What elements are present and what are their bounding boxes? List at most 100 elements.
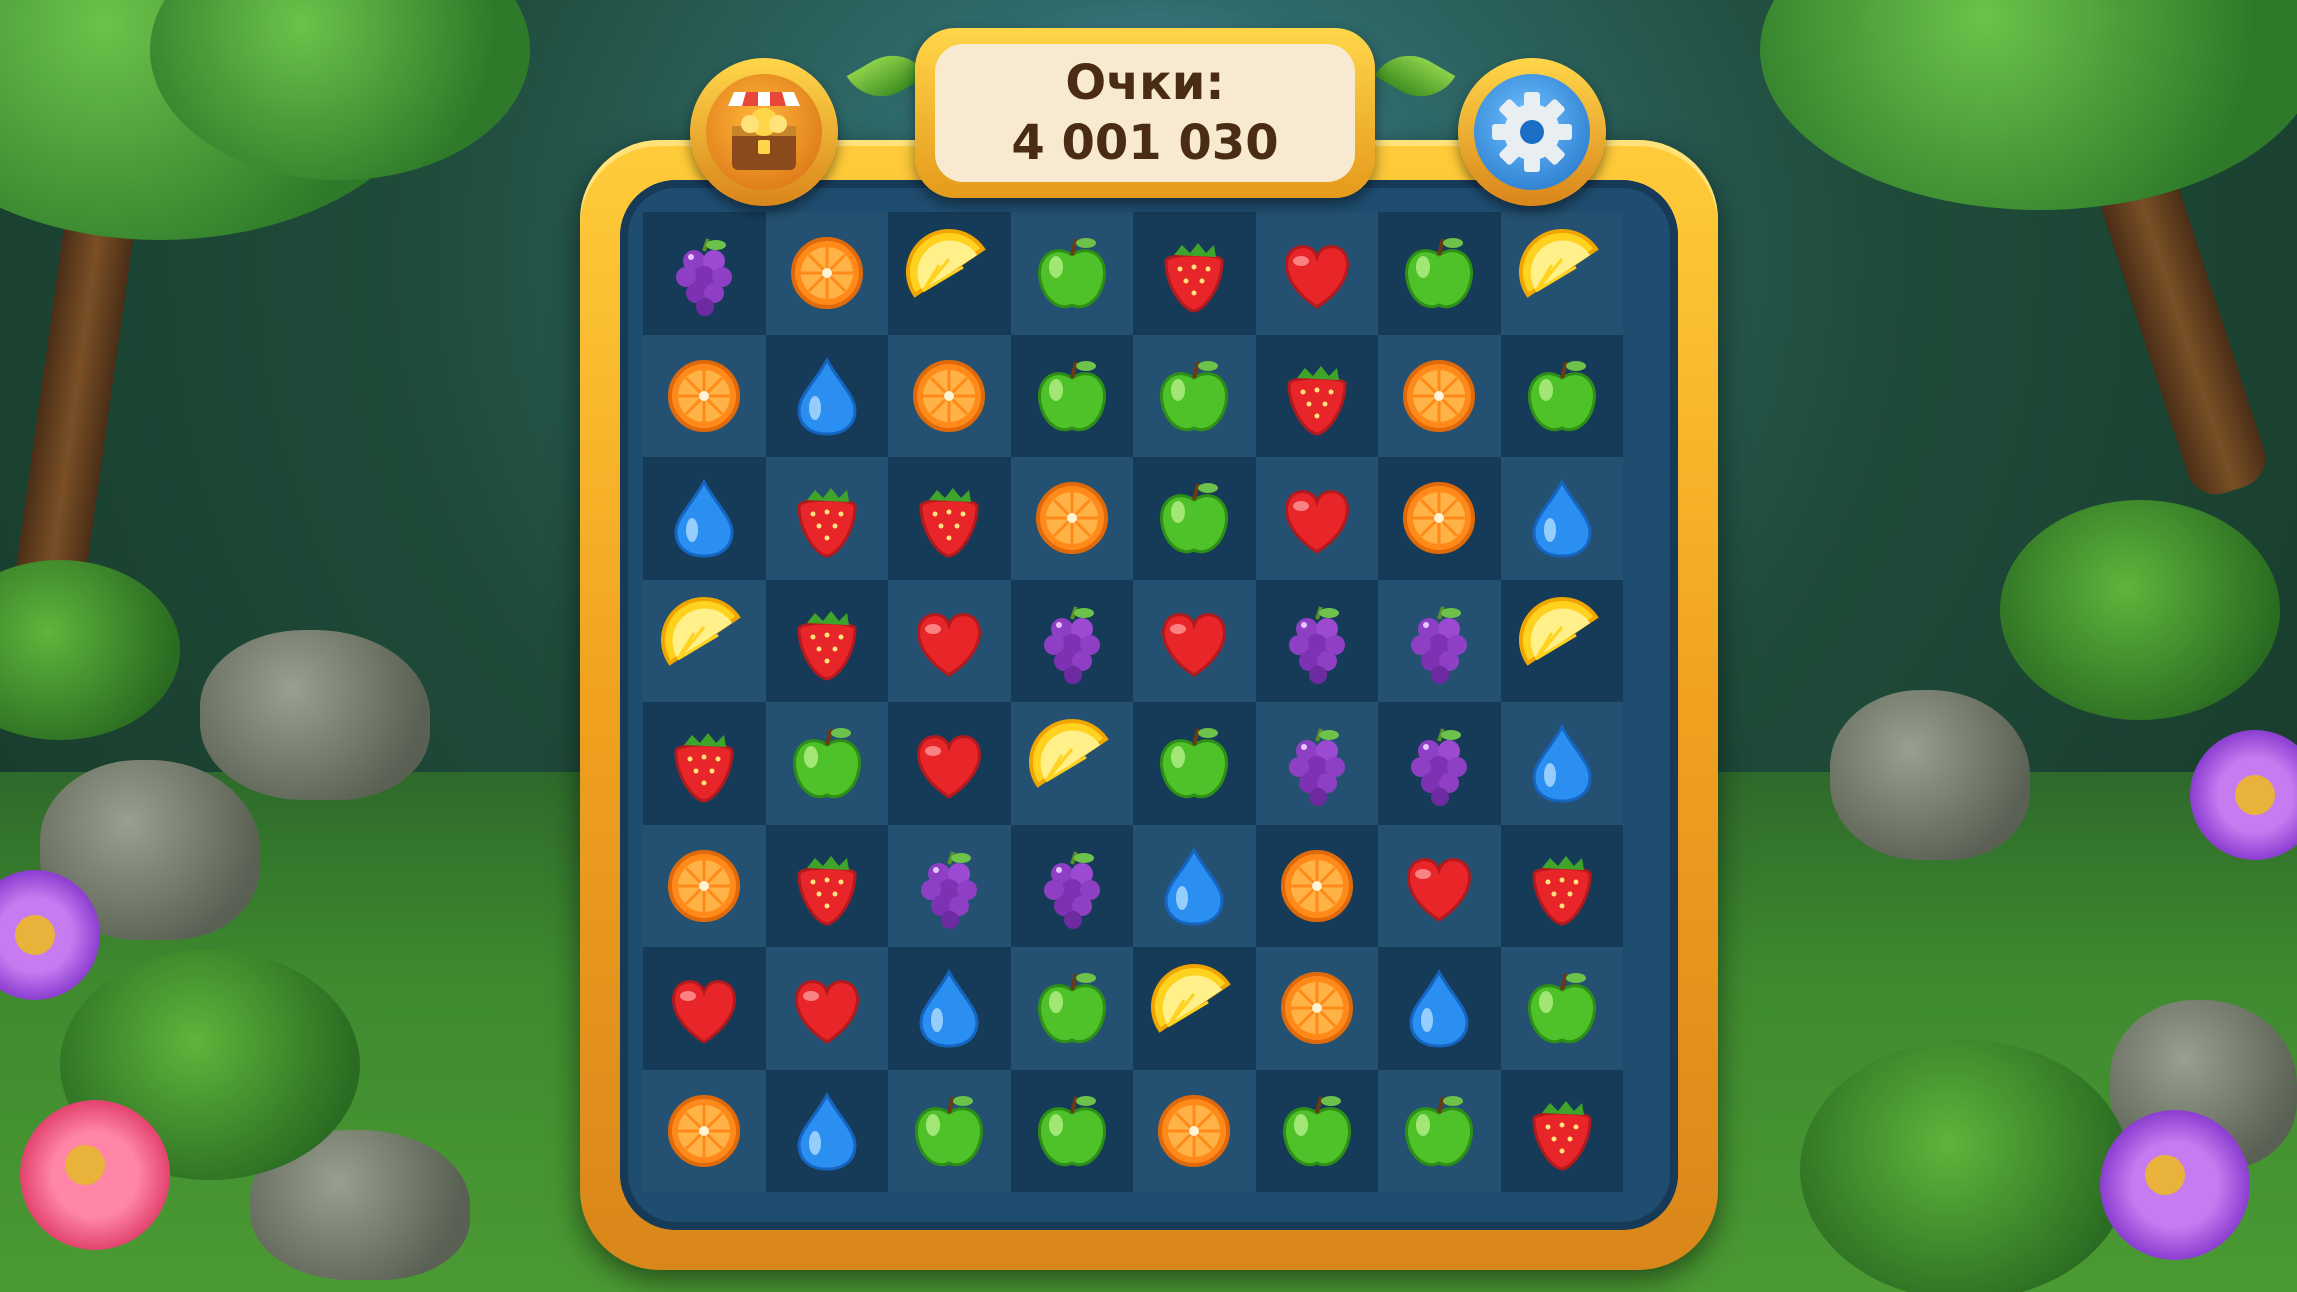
board-cell[interactable] bbox=[1500, 824, 1623, 947]
grape-gem-icon bbox=[1411, 728, 1468, 807]
board-cell[interactable] bbox=[765, 702, 888, 825]
board-cell[interactable] bbox=[1010, 579, 1133, 702]
board-cell[interactable] bbox=[888, 334, 1011, 457]
heart-gem-icon bbox=[1284, 490, 1349, 555]
strawberry-gem-icon bbox=[797, 855, 857, 926]
shop-button[interactable] bbox=[690, 58, 838, 206]
board-cell[interactable] bbox=[1500, 579, 1623, 702]
board-cell[interactable] bbox=[1378, 947, 1501, 1070]
board-cell[interactable] bbox=[765, 579, 888, 702]
board-cell[interactable] bbox=[1378, 334, 1501, 457]
orange-gem-icon bbox=[1403, 482, 1476, 555]
lemon-gem-icon bbox=[1028, 719, 1109, 789]
board-cell[interactable] bbox=[1010, 702, 1133, 825]
board-cell[interactable] bbox=[888, 212, 1011, 335]
rock bbox=[200, 630, 430, 800]
board-cell[interactable] bbox=[1500, 334, 1623, 457]
board-cell[interactable] bbox=[1500, 457, 1623, 580]
board-cell[interactable] bbox=[643, 579, 766, 702]
board-cell[interactable] bbox=[1378, 579, 1501, 702]
score-panel: Очки: 4 001 030 bbox=[915, 28, 1375, 198]
board-cell[interactable] bbox=[1133, 334, 1256, 457]
grape-gem-icon bbox=[1043, 851, 1100, 929]
board-cell[interactable] bbox=[1133, 824, 1256, 947]
grape-gem-icon bbox=[1411, 606, 1468, 684]
board-cell[interactable] bbox=[1500, 702, 1623, 825]
board-cell[interactable] bbox=[765, 457, 888, 580]
board-cell[interactable] bbox=[1255, 212, 1378, 335]
board-cell[interactable] bbox=[1500, 947, 1623, 1070]
board-cell[interactable] bbox=[1010, 947, 1133, 1070]
board-cell[interactable] bbox=[643, 457, 766, 580]
board-cell[interactable] bbox=[1010, 334, 1133, 457]
board-cell[interactable] bbox=[1133, 579, 1256, 702]
board-cell[interactable] bbox=[1010, 212, 1133, 335]
strawberry-gem-icon bbox=[674, 733, 734, 803]
board-cell[interactable] bbox=[1133, 947, 1256, 1070]
game-board[interactable] bbox=[643, 212, 1623, 1192]
board-cell[interactable] bbox=[1378, 702, 1501, 825]
board-cell[interactable] bbox=[1378, 457, 1501, 580]
board-cell[interactable] bbox=[1500, 212, 1623, 335]
orange-gem-icon bbox=[790, 237, 863, 310]
board-cell[interactable] bbox=[1255, 947, 1378, 1070]
apple-gem-icon bbox=[1527, 973, 1596, 1044]
apple-gem-icon bbox=[1405, 238, 1474, 309]
board-cell[interactable] bbox=[1378, 212, 1501, 335]
board-cell[interactable] bbox=[1010, 457, 1133, 580]
apple-gem-icon bbox=[915, 1095, 984, 1166]
board-cell[interactable] bbox=[643, 1069, 766, 1192]
board-cell[interactable] bbox=[888, 702, 1011, 825]
apple-gem-icon bbox=[1037, 360, 1106, 431]
board-cell[interactable] bbox=[1133, 457, 1256, 580]
grape-gem-icon bbox=[921, 851, 978, 929]
strawberry-gem-icon bbox=[1532, 855, 1592, 926]
orange-gem-icon bbox=[668, 359, 741, 432]
board-cell[interactable] bbox=[1010, 1069, 1133, 1192]
board-cell[interactable] bbox=[1255, 457, 1378, 580]
board-cell[interactable] bbox=[1133, 702, 1256, 825]
drop-gem-icon bbox=[1164, 846, 1224, 926]
board-cell[interactable] bbox=[1255, 824, 1378, 947]
bush bbox=[0, 560, 180, 740]
board-cell[interactable] bbox=[888, 947, 1011, 1070]
board-cell[interactable] bbox=[643, 947, 766, 1070]
board-cell[interactable] bbox=[1133, 212, 1256, 335]
board-cell[interactable] bbox=[643, 212, 766, 335]
board-cell[interactable] bbox=[888, 824, 1011, 947]
board-cell[interactable] bbox=[765, 1069, 888, 1192]
orange-gem-icon bbox=[668, 1094, 741, 1167]
strawberry-gem-icon bbox=[1164, 243, 1224, 313]
board-cell[interactable] bbox=[643, 702, 766, 825]
heart-gem-icon bbox=[1407, 857, 1472, 922]
board-cell[interactable] bbox=[765, 824, 888, 947]
board-cell[interactable] bbox=[643, 824, 766, 947]
board-cell[interactable] bbox=[1378, 1069, 1501, 1192]
apple-gem-icon bbox=[792, 728, 861, 799]
heart-gem-icon bbox=[917, 612, 982, 677]
board-cell[interactable] bbox=[1255, 1069, 1378, 1192]
heart-gem-icon bbox=[1162, 612, 1227, 677]
board-cell[interactable] bbox=[888, 1069, 1011, 1192]
score-value: 4 001 030 bbox=[1011, 115, 1279, 171]
board-cell[interactable] bbox=[1255, 702, 1378, 825]
orange-gem-icon bbox=[913, 359, 986, 432]
board-cell[interactable] bbox=[888, 457, 1011, 580]
right-tree-canopy bbox=[1760, 0, 2297, 210]
board-cell[interactable] bbox=[1255, 579, 1378, 702]
board-cell[interactable] bbox=[765, 947, 888, 1070]
board-cell[interactable] bbox=[1378, 824, 1501, 947]
drop-gem-icon bbox=[674, 479, 734, 558]
board-cell[interactable] bbox=[1255, 334, 1378, 457]
board-cell[interactable] bbox=[1500, 1069, 1623, 1192]
board-cell[interactable] bbox=[643, 334, 766, 457]
drop-gem-icon bbox=[1532, 724, 1592, 803]
board-cell[interactable] bbox=[1010, 824, 1133, 947]
board-cell[interactable] bbox=[888, 579, 1011, 702]
board-cell[interactable] bbox=[1133, 1069, 1256, 1192]
board-cell[interactable] bbox=[765, 212, 888, 335]
settings-button[interactable] bbox=[1458, 58, 1606, 206]
lemon-gem-icon bbox=[906, 229, 987, 299]
board-cell[interactable] bbox=[765, 334, 888, 457]
score-display: Очки: 4 001 030 bbox=[935, 44, 1355, 182]
